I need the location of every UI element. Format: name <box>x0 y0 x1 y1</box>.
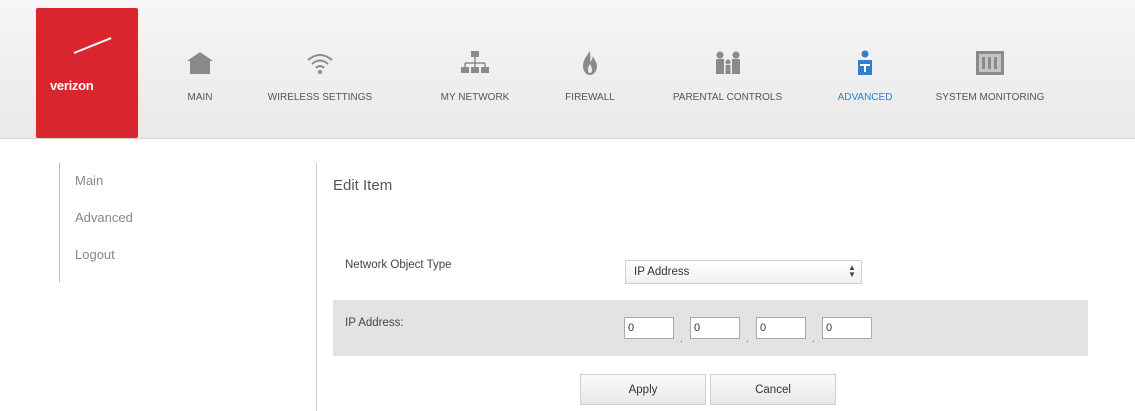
nav-label-wireless: WIRELESS SETTINGS <box>267 92 373 103</box>
network-object-type-select[interactable]: IP Address ▲ ▼ <box>625 260 862 284</box>
ip-separator: . <box>812 334 815 345</box>
page-title: Edit Item <box>333 177 393 194</box>
ip-octet-4-input[interactable] <box>822 317 872 339</box>
nav-parental-controls[interactable]: PARENTAL CONTROLS <box>650 0 805 138</box>
sidebar-item-logout[interactable]: Logout <box>75 247 115 262</box>
nav-main[interactable]: MAIN <box>165 0 235 138</box>
ip-address-label: IP Address: <box>345 317 404 329</box>
network-object-type-label: Network Object Type <box>345 259 452 271</box>
nav-wireless-settings[interactable]: WIRELESS SETTINGS <box>255 0 385 138</box>
nav-label-my-network: MY NETWORK <box>440 92 510 103</box>
top-header: verizon MAIN WIRELESS SETTINGS MY NETWOR… <box>0 0 1135 139</box>
ip-separator: . <box>680 334 683 345</box>
content-divider <box>316 163 317 411</box>
ip-octet-1-input[interactable] <box>624 317 674 339</box>
apply-button[interactable]: Apply <box>580 374 706 405</box>
nav-advanced[interactable]: ADVANCED <box>820 0 910 138</box>
home-icon <box>187 52 213 74</box>
sidebar-item-main[interactable]: Main <box>75 173 103 188</box>
verizon-logo[interactable]: verizon <box>36 8 138 138</box>
ip-octet-3-input[interactable] <box>756 317 806 339</box>
network-icon <box>461 51 489 73</box>
flame-icon <box>583 51 597 75</box>
family-icon <box>715 51 740 74</box>
wifi-icon <box>307 54 333 74</box>
ip-octet-2-input[interactable] <box>690 317 740 339</box>
nav-label-main: MAIN <box>187 92 213 103</box>
nav-label-parental-controls: PARENTAL CONTROLS <box>672 92 783 103</box>
select-value: IP Address <box>634 266 690 278</box>
nav-my-network[interactable]: MY NETWORK <box>425 0 525 138</box>
nav-firewall[interactable]: FIREWALL <box>555 0 625 138</box>
nav-label-firewall: FIREWALL <box>565 92 615 103</box>
cancel-button[interactable]: Cancel <box>710 374 836 405</box>
logo-check-mark <box>73 37 112 54</box>
monitor-icon <box>976 51 1004 75</box>
nav-label-advanced: ADVANCED <box>837 92 893 103</box>
nav-system-monitoring[interactable]: SYSTEM MONITORING <box>925 0 1055 138</box>
logo-text: verizon <box>50 78 94 93</box>
select-arrows-icon: ▲ ▼ <box>848 263 856 279</box>
left-sidebar: Main Advanced Logout <box>59 163 133 282</box>
nav-label-system-monitoring: SYSTEM MONITORING <box>935 92 1045 103</box>
advanced-icon <box>858 50 872 75</box>
ip-separator: . <box>746 334 749 345</box>
sidebar-item-advanced[interactable]: Advanced <box>75 210 133 225</box>
